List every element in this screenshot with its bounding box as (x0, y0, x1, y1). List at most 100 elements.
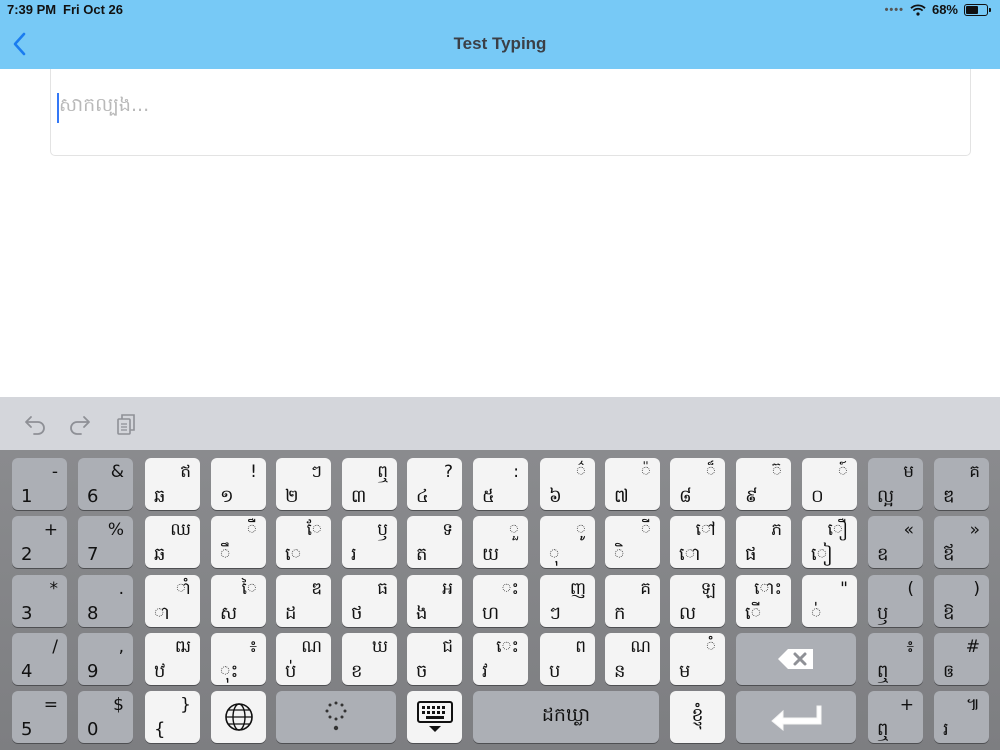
key[interactable]: ឮ៣ (342, 458, 397, 510)
key-shift-char: ឌ (311, 579, 322, 599)
key[interactable]: ភផ (736, 516, 791, 568)
key[interactable]: ឌដ (276, 575, 331, 627)
key[interactable]: ៗ២ (276, 458, 331, 510)
battery-percent: 68% (931, 2, 958, 17)
key[interactable]: -1 (12, 458, 67, 510)
key[interactable]: គក (605, 575, 660, 627)
key[interactable]: ៖ុះ (211, 633, 266, 685)
key[interactable]: ឺឹ (211, 516, 266, 568)
key[interactable]: + ឮ (868, 691, 923, 743)
key[interactable]: ឈឆ (145, 516, 200, 568)
key[interactable]: ឥឆ (145, 458, 200, 510)
key[interactable]: ឿៀ (802, 516, 857, 568)
key[interactable]: $0 (78, 691, 133, 743)
key-char: ឌ (943, 486, 955, 507)
key-ដកឃ្លា[interactable]: ដកឃ្លា (473, 691, 659, 743)
key[interactable]: អង (407, 575, 462, 627)
key-shift-char: ? (443, 462, 453, 482)
key-char: ក (614, 603, 626, 624)
return-key[interactable] (736, 691, 856, 743)
key[interactable]: ួយ (473, 516, 528, 568)
space-dots-key[interactable] (276, 691, 396, 743)
key-shift-char: ី (641, 520, 651, 540)
globe-key[interactable] (211, 691, 266, 743)
key[interactable]: % 7 (78, 516, 133, 568)
key[interactable]: ាំា (145, 575, 200, 627)
key[interactable]: េះវ (473, 633, 528, 685)
key[interactable]: មល្អ (868, 458, 923, 510)
key[interactable]: ) ឱ (934, 575, 989, 627)
key-shift-char: ូ (576, 520, 586, 540)
key[interactable]: ៌៦ (540, 458, 595, 510)
key[interactable]: ះហ (473, 575, 528, 627)
key[interactable]: ៉៧ (605, 458, 660, 510)
key-char: ឲ (943, 661, 955, 682)
key-char: ិ (614, 544, 625, 565)
key[interactable]: ណន (605, 633, 660, 685)
key[interactable]: ជច (407, 633, 462, 685)
key[interactable]: ឫរ (342, 516, 397, 568)
key[interactable]: ែេ (276, 516, 331, 568)
redo-icon[interactable] (68, 412, 92, 436)
key[interactable]: "់ (802, 575, 857, 627)
key[interactable]: ំម (670, 633, 725, 685)
key[interactable]: ៍០ (802, 458, 857, 510)
key-char: ឮ (877, 661, 889, 682)
key[interactable]: .8 (78, 575, 133, 627)
key[interactable]: ,9 (78, 633, 133, 685)
key[interactable]: ឡល (670, 575, 725, 627)
key[interactable]: ូុ (540, 516, 595, 568)
key[interactable]: ៊៩ (736, 458, 791, 510)
key[interactable]: ៅោ (670, 516, 725, 568)
key-char: ៤ (416, 486, 429, 507)
key-char: រ (943, 719, 949, 740)
key-char: 7 (87, 544, 99, 565)
key[interactable]: «ឧ (868, 516, 923, 568)
key[interactable]: គឌ (934, 458, 989, 510)
key[interactable]: +2 (12, 516, 67, 568)
key[interactable]: ៃស (211, 575, 266, 627)
key[interactable]: ោះើ (736, 575, 791, 627)
key[interactable]: = 5 (12, 691, 67, 743)
key[interactable]: & 6 (78, 458, 133, 510)
keyboard-hide-key[interactable] (407, 691, 462, 743)
key-shift-char: ! (250, 462, 257, 482)
key-char: ០ (811, 486, 824, 507)
key[interactable]: * 3 (12, 575, 67, 627)
key-ខ្ញុំ[interactable]: ខ្ញុំ (670, 691, 725, 743)
key[interactable]: » ឪ (934, 516, 989, 568)
key[interactable]: ទត (407, 516, 462, 568)
key[interactable]: ញៗ (540, 575, 595, 627)
key[interactable]: ីិ (605, 516, 660, 568)
key-shift-char: អ (442, 579, 453, 599)
key[interactable]: ! ១ (211, 458, 266, 510)
key-char: ផ (745, 544, 757, 565)
key-shift-char: ឫ (377, 520, 388, 540)
key-shift-char: ៍ (838, 462, 848, 482)
key[interactable]: ៕រ (934, 691, 989, 743)
key[interactable]: /4 (12, 633, 67, 685)
text-input[interactable]: សាកល្បង... (50, 69, 971, 156)
key[interactable]: ? ៤ (407, 458, 462, 510)
undo-icon[interactable] (23, 412, 47, 436)
key[interactable]: ធថ (342, 575, 397, 627)
key[interactable]: ណប់ (276, 633, 331, 685)
key[interactable]: ៏៨ (670, 458, 725, 510)
key[interactable]: ឍឋ (145, 633, 200, 685)
key[interactable]: }{ (145, 691, 200, 743)
key[interactable]: ពប (540, 633, 595, 685)
key-shift-char: ណ (630, 637, 651, 657)
key-char: េ (285, 544, 302, 565)
key-shift-char: េះ (496, 637, 519, 657)
key-shift-char: ឿ (827, 520, 848, 540)
status-right: •••• 68% (885, 2, 991, 17)
key[interactable]: # ឲ (934, 633, 989, 685)
key[interactable]: :៥ (473, 458, 528, 510)
key[interactable]: ឃខ (342, 633, 397, 685)
key[interactable]: ៖ឮ (868, 633, 923, 685)
clipboard-icon[interactable] (114, 412, 138, 436)
key[interactable]: (ឫ (868, 575, 923, 627)
backspace-key[interactable] (736, 633, 856, 685)
key-shift-char: ៉ (641, 462, 651, 482)
key-char: ោ (679, 544, 701, 565)
